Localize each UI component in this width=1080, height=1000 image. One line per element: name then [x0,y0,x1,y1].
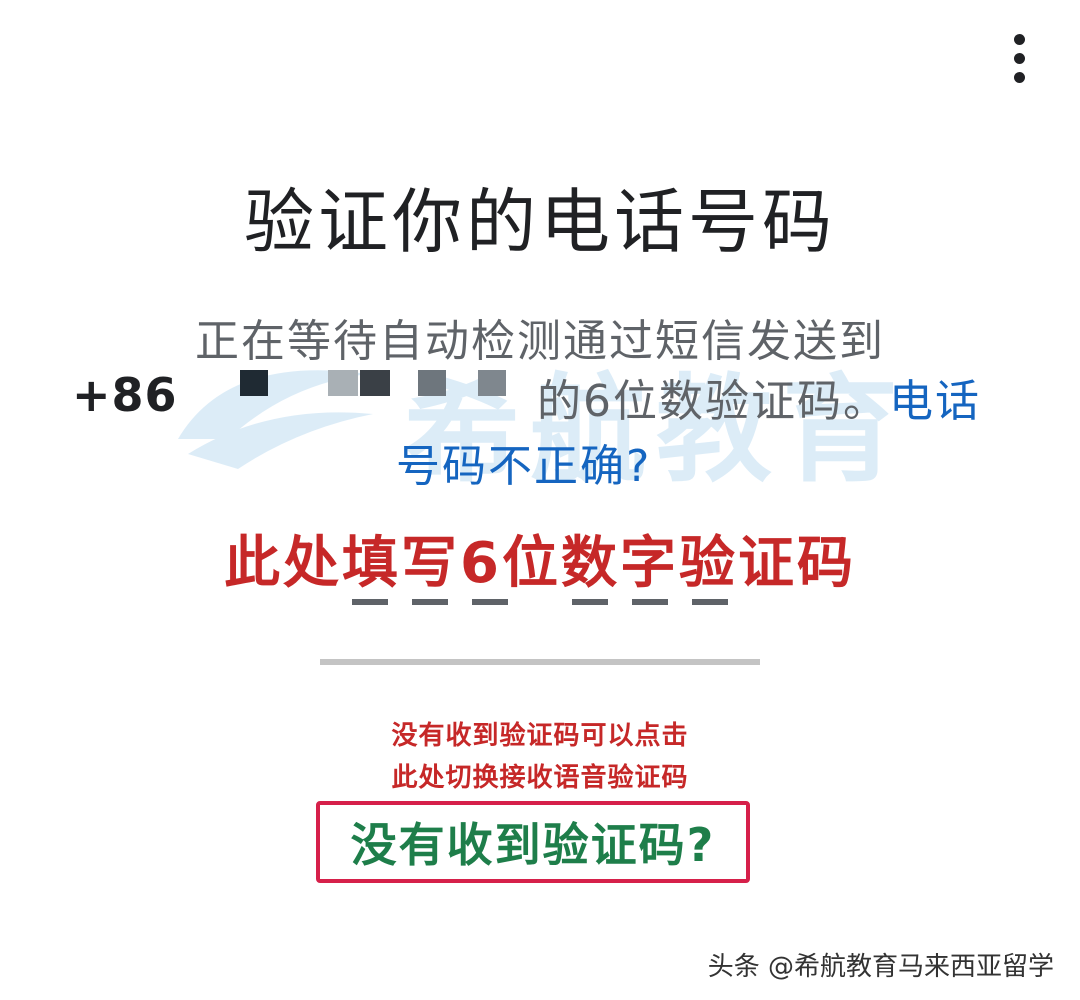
code-digit-slot[interactable] [472,599,508,605]
country-code: +86 [72,368,178,422]
redaction-block [478,370,506,396]
wrong-number-link-continued[interactable]: 号码不正确? [396,430,651,494]
code-length-text: 的6位数验证码。电话 [537,376,981,427]
redaction-block [240,370,268,396]
source-attribution: 头条 @希航教育马来西亚留学 [707,952,1054,982]
redaction-block [418,370,446,396]
menu-dot [1013,71,1025,83]
menu-dot [1013,52,1025,64]
menu-dot [1013,33,1025,45]
redaction-block [328,370,358,396]
wrong-number-link[interactable]: 电话 [889,376,981,427]
code-digit-slot[interactable] [632,599,668,605]
phone-number-line: +86 的6位数验证码。电话 [72,365,1022,427]
verify-phone-screen: 希航教育 验证你的电话号码 正在等待自动检测通过短信发送到 +86 的6位数验证… [0,0,1080,1000]
description-line-1: 正在等待自动检测通过短信发送到 [195,316,885,367]
didnt-receive-code-button[interactable]: 没有收到验证码? [316,801,750,883]
code-digit-slot[interactable] [352,599,388,605]
more-options-icon[interactable] [994,26,1044,90]
code-digit-slot[interactable] [572,599,608,605]
fill-code-annotation: 此处填写6位数字验证码 [224,531,856,596]
code-digit-slot[interactable] [692,599,728,605]
code-input[interactable] [0,599,1080,609]
voice-code-annotation-line-1: 没有收到验证码可以点击 [391,721,689,751]
redaction-block [360,370,390,396]
code-input-underline [320,659,760,665]
voice-code-annotation-line-2: 此处切换接收语音验证码 [391,763,689,793]
page-title: 验证你的电话号码 [244,181,836,263]
code-digit-slot[interactable] [412,599,448,605]
